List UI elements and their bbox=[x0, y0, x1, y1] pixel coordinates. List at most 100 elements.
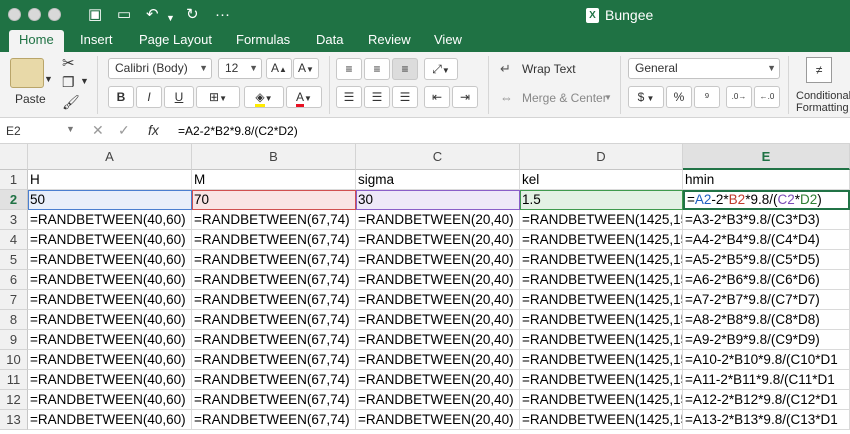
tab-review[interactable]: Review bbox=[358, 30, 421, 52]
cell-a1[interactable]: H bbox=[28, 170, 192, 190]
merge-dropdown-icon[interactable]: ▼ bbox=[604, 93, 612, 102]
copy-dropdown-icon[interactable]: ▼ bbox=[80, 76, 89, 86]
percent-style-button[interactable]: % bbox=[666, 86, 692, 108]
format-painter-icon[interactable]: 🖌 bbox=[62, 94, 80, 111]
row-header[interactable]: 3 bbox=[0, 210, 28, 230]
cell-a3[interactable]: =RANDBETWEEN(40,60) bbox=[28, 210, 192, 230]
cell-a7[interactable]: =RANDBETWEEN(40,60) bbox=[28, 290, 192, 310]
cell-d11[interactable]: =RANDBETWEEN(1425,15 bbox=[520, 370, 683, 390]
cell-a8[interactable]: =RANDBETWEEN(40,60) bbox=[28, 310, 192, 330]
cell-e4[interactable]: =A4-2*B4*9.8/(C4*D4) bbox=[683, 230, 850, 250]
cell-e13[interactable]: =A13-2*B13*9.8/(C13*D1 bbox=[683, 410, 850, 430]
cell-c9[interactable]: =RANDBETWEEN(20,40) bbox=[356, 330, 520, 350]
close-window-button[interactable] bbox=[8, 8, 21, 21]
conditional-formatting-icon[interactable]: ≠ bbox=[806, 57, 832, 83]
paste-dropdown-icon[interactable]: ▼ bbox=[44, 74, 53, 84]
insert-function-button[interactable]: fx bbox=[148, 122, 159, 138]
cell-d8[interactable]: =RANDBETWEEN(1425,15 bbox=[520, 310, 683, 330]
cell-e7[interactable]: =A7-2*B7*9.8/(C7*D7) bbox=[683, 290, 850, 310]
undo-dropdown-icon[interactable]: ▼ bbox=[166, 9, 175, 27]
align-right-button[interactable]: ☰ bbox=[392, 86, 418, 108]
active-cell-e2[interactable]: =A2-2*B2*9.8/(C2*D2) bbox=[683, 190, 850, 210]
cell-b11[interactable]: =RANDBETWEEN(67,74) bbox=[192, 370, 356, 390]
select-all-corner[interactable] bbox=[0, 144, 28, 170]
font-color-button[interactable]: A▼ bbox=[286, 86, 322, 108]
align-center-button[interactable]: ☰ bbox=[364, 86, 390, 108]
minimize-window-button[interactable] bbox=[28, 8, 41, 21]
increase-font-size-button[interactable]: A▲ bbox=[266, 58, 292, 79]
save-icon[interactable]: ▭ bbox=[117, 6, 131, 24]
cell-c13[interactable]: =RANDBETWEEN(20,40) bbox=[356, 410, 520, 430]
cell-b7[interactable]: =RANDBETWEEN(67,74) bbox=[192, 290, 356, 310]
redo-icon[interactable]: ↻ bbox=[186, 6, 199, 24]
cell-d9[interactable]: =RANDBETWEEN(1425,15 bbox=[520, 330, 683, 350]
tab-page-layout[interactable]: Page Layout bbox=[129, 30, 222, 52]
cell-a9[interactable]: =RANDBETWEEN(40,60) bbox=[28, 330, 192, 350]
row-header[interactable]: 1 bbox=[0, 170, 28, 190]
cell-e11[interactable]: =A11-2*B11*9.8/(C11*D1 bbox=[683, 370, 850, 390]
font-name-select[interactable]: Calibri (Body) ▼ bbox=[108, 58, 212, 79]
borders-button[interactable]: ⊞▼ bbox=[196, 86, 240, 108]
cell-c1[interactable]: sigma bbox=[356, 170, 520, 190]
tab-data[interactable]: Data bbox=[306, 30, 353, 52]
copy-icon[interactable]: ❐ bbox=[62, 74, 75, 91]
cell-c3[interactable]: =RANDBETWEEN(20,40) bbox=[356, 210, 520, 230]
tab-home[interactable]: Home bbox=[9, 30, 64, 52]
number-format-select[interactable]: General ▼ bbox=[628, 58, 780, 79]
column-header-e[interactable]: E bbox=[683, 144, 850, 170]
cell-e9[interactable]: =A9-2*B9*9.8/(C9*D9) bbox=[683, 330, 850, 350]
cell-a5[interactable]: =RANDBETWEEN(40,60) bbox=[28, 250, 192, 270]
cell-c10[interactable]: =RANDBETWEEN(20,40) bbox=[356, 350, 520, 370]
cell-b9[interactable]: =RANDBETWEEN(67,74) bbox=[192, 330, 356, 350]
cell-c7[interactable]: =RANDBETWEEN(20,40) bbox=[356, 290, 520, 310]
italic-button[interactable]: I bbox=[136, 86, 162, 108]
paste-icon[interactable] bbox=[10, 58, 44, 88]
cell-a2[interactable]: 50 bbox=[28, 190, 192, 210]
merge-icon[interactable]: ⇔ bbox=[500, 90, 513, 105]
wrap-text-icon[interactable]: ↵ bbox=[500, 61, 511, 77]
cancel-entry-icon[interactable]: ✕ bbox=[92, 122, 104, 139]
cell-e10[interactable]: =A10-2*B10*9.8/(C10*D1 bbox=[683, 350, 850, 370]
row-header[interactable]: 12 bbox=[0, 390, 28, 410]
align-bottom-button[interactable]: ≡ bbox=[392, 58, 418, 80]
cell-d6[interactable]: =RANDBETWEEN(1425,15 bbox=[520, 270, 683, 290]
confirm-entry-icon[interactable]: ✓ bbox=[118, 122, 130, 139]
cell-c6[interactable]: =RANDBETWEEN(20,40) bbox=[356, 270, 520, 290]
row-header[interactable]: 8 bbox=[0, 310, 28, 330]
undo-icon[interactable]: ↶ bbox=[146, 6, 159, 24]
merge-center-button[interactable]: Merge & Center bbox=[522, 91, 607, 105]
comma-style-button[interactable]: ⁹ bbox=[694, 86, 720, 108]
cell-d7[interactable]: =RANDBETWEEN(1425,15 bbox=[520, 290, 683, 310]
column-header-d[interactable]: D bbox=[520, 144, 683, 170]
sidebar-toggle-icon[interactable]: ▣ bbox=[88, 6, 102, 24]
cell-d13[interactable]: =RANDBETWEEN(1425,15 bbox=[520, 410, 683, 430]
cell-d2[interactable]: 1.5 bbox=[520, 190, 683, 210]
cell-b3[interactable]: =RANDBETWEEN(67,74) bbox=[192, 210, 356, 230]
name-box-dropdown-icon[interactable]: ▼ bbox=[66, 124, 75, 134]
cell-e5[interactable]: =A5-2*B5*9.8/(C5*D5) bbox=[683, 250, 850, 270]
tab-insert[interactable]: Insert bbox=[70, 30, 123, 52]
row-header[interactable]: 11 bbox=[0, 370, 28, 390]
cell-b10[interactable]: =RANDBETWEEN(67,74) bbox=[192, 350, 356, 370]
column-header-b[interactable]: B bbox=[192, 144, 356, 170]
cell-d12[interactable]: =RANDBETWEEN(1425,15 bbox=[520, 390, 683, 410]
formula-input[interactable]: =A2-2*B2*9.8/(C2*D2) bbox=[178, 122, 298, 140]
cell-b12[interactable]: =RANDBETWEEN(67,74) bbox=[192, 390, 356, 410]
row-header[interactable]: 7 bbox=[0, 290, 28, 310]
cell-e3[interactable]: =A3-2*B3*9.8/(C3*D3) bbox=[683, 210, 850, 230]
fill-color-button[interactable]: ◈▼ bbox=[244, 86, 284, 108]
cell-d3[interactable]: =RANDBETWEEN(1425,15 bbox=[520, 210, 683, 230]
cut-icon[interactable]: ✂ bbox=[62, 54, 75, 72]
row-header[interactable]: 9 bbox=[0, 330, 28, 350]
cell-e1[interactable]: hmin bbox=[683, 170, 850, 190]
decrease-indent-button[interactable]: ⇤ bbox=[424, 86, 450, 108]
cell-a6[interactable]: =RANDBETWEEN(40,60) bbox=[28, 270, 192, 290]
cell-c5[interactable]: =RANDBETWEEN(20,40) bbox=[356, 250, 520, 270]
accounting-format-button[interactable]: $ ▼ bbox=[628, 86, 664, 108]
row-header[interactable]: 2 bbox=[0, 190, 28, 210]
tab-formulas[interactable]: Formulas bbox=[226, 30, 300, 52]
cell-d1[interactable]: kel bbox=[520, 170, 683, 190]
conditional-formatting-label-2[interactable]: Formatting bbox=[796, 102, 849, 114]
cell-c11[interactable]: =RANDBETWEEN(20,40) bbox=[356, 370, 520, 390]
cell-e6[interactable]: =A6-2*B6*9.8/(C6*D6) bbox=[683, 270, 850, 290]
